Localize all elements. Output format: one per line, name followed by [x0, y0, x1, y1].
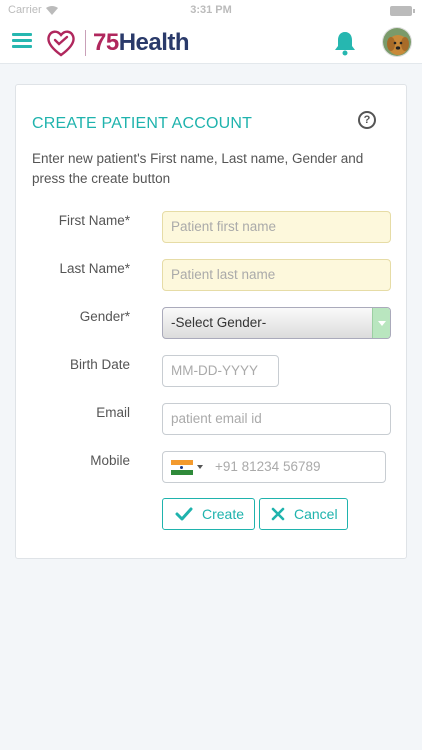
- brand-number: 75: [93, 29, 119, 56]
- logo-heart-icon: [47, 30, 75, 57]
- close-icon: [271, 507, 285, 521]
- first-name-label: First Name*: [58, 213, 130, 228]
- mobile-label: Mobile: [90, 453, 130, 468]
- check-icon: [175, 507, 193, 521]
- dog-avatar-icon: [383, 28, 411, 56]
- first-name-placeholder: Patient first name: [171, 219, 277, 234]
- avatar[interactable]: [382, 27, 412, 57]
- status-bar: Carrier 3:31 PM: [0, 0, 422, 22]
- email-placeholder: patient email id: [171, 411, 262, 426]
- first-name-input[interactable]: Patient first name: [162, 211, 391, 243]
- bell-icon[interactable]: [333, 30, 357, 56]
- brand-word: Health: [118, 29, 190, 56]
- last-name-placeholder: Patient last name: [171, 267, 276, 282]
- help-icon[interactable]: ?: [358, 111, 376, 129]
- hamburger-menu-icon[interactable]: [12, 33, 32, 49]
- card-description: Enter new patient's First name, Last nam…: [32, 151, 364, 186]
- status-time: 3:31 PM: [190, 4, 232, 16]
- brand-logo: 75Health: [93, 29, 190, 57]
- birth-date-input[interactable]: MM-DD-YYYY: [162, 355, 279, 387]
- last-name-input[interactable]: Patient last name: [162, 259, 391, 291]
- chevron-down-icon: [372, 308, 390, 338]
- country-caret-icon: [197, 465, 203, 469]
- battery-icon: [390, 6, 415, 16]
- create-button[interactable]: Create: [162, 498, 255, 530]
- create-button-label: Create: [202, 506, 245, 522]
- email-label: Email: [96, 405, 130, 420]
- india-flag-icon[interactable]: [171, 460, 193, 475]
- birth-date-placeholder: MM-DD-YYYY: [171, 363, 258, 378]
- mobile-placeholder: +91 81234 56789: [215, 459, 321, 474]
- birth-date-label: Birth Date: [69, 357, 130, 372]
- email-input[interactable]: patient email id: [162, 403, 391, 435]
- mobile-input[interactable]: +91 81234 56789: [162, 451, 386, 483]
- cancel-button[interactable]: Cancel: [259, 498, 348, 530]
- card-title: CREATE PATIENT ACCOUNT: [32, 115, 253, 132]
- app-header: 75Health: [0, 22, 422, 64]
- last-name-label: Last Name*: [59, 261, 130, 276]
- gender-select[interactable]: -Select Gender-: [162, 307, 391, 339]
- gender-selected-value: -Select Gender-: [171, 315, 267, 330]
- gender-label: Gender*: [79, 309, 130, 324]
- logo-divider: [85, 30, 86, 56]
- cancel-button-label: Cancel: [294, 506, 338, 522]
- create-patient-card: CREATE PATIENT ACCOUNT ? Enter new patie…: [15, 84, 407, 559]
